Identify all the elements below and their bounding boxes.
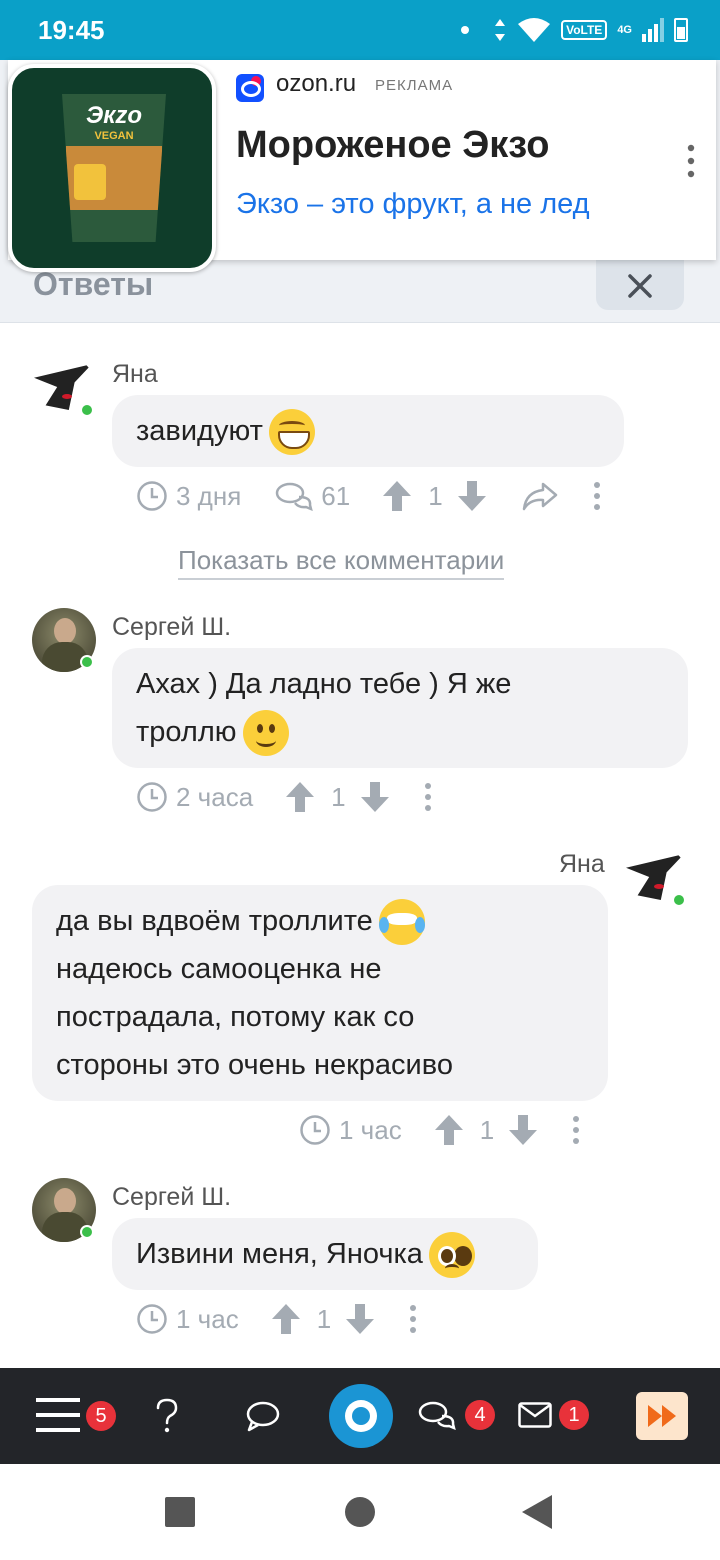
more-vertical-icon[interactable] (593, 481, 601, 511)
question-icon[interactable] (154, 1398, 180, 1434)
upvote-icon[interactable] (271, 1303, 301, 1335)
comment-text: троллю (136, 716, 237, 748)
more-vertical-icon[interactable] (686, 144, 696, 178)
network-type: 4G (617, 24, 632, 36)
show-all-comments-link[interactable]: Показать все комментарии (178, 545, 505, 580)
hamburger-menu-icon (36, 1398, 80, 1432)
ad-banner[interactable]: Экzo VEGAN ozon.ru РЕКЛАМА Мороженое Экз… (8, 60, 716, 272)
chats-button[interactable]: 4 (418, 1368, 502, 1464)
ad-product-image: Экzo VEGAN (8, 64, 216, 272)
back-button[interactable] (522, 1495, 552, 1529)
notification-dot-icon (461, 26, 470, 34)
vote-count: 1 (479, 1114, 495, 1145)
tears-of-joy-face-icon (378, 899, 425, 946)
comment-meta: 3 дня 61 1 (136, 476, 601, 516)
fast-forward-button[interactable] (636, 1392, 688, 1440)
vote-count: 1 (428, 480, 443, 511)
comment-text: Извини меня, Яночка (136, 1238, 423, 1270)
online-indicator (672, 893, 686, 907)
status-icons: VoLTE 4G (461, 14, 688, 46)
system-nav-bar (0, 1464, 720, 1560)
comment-author[interactable]: Сергей Ш. (112, 613, 231, 642)
envelope-icon (518, 1402, 552, 1428)
share-icon[interactable] (521, 480, 559, 512)
comment-author[interactable]: Сергей Ш. (112, 1183, 231, 1212)
vote-count: 1 (316, 1303, 332, 1334)
comment-meta: 2 часа 1 (136, 777, 432, 817)
chats-badge: 4 (465, 1400, 495, 1430)
battery-icon (674, 18, 688, 42)
menu-button[interactable]: 5 (30, 1368, 126, 1464)
ad-title[interactable]: Мороженое Экзо (236, 124, 549, 167)
comment-time: 1 час (136, 1303, 239, 1335)
downvote-icon[interactable] (360, 781, 390, 813)
online-indicator (80, 1225, 94, 1239)
more-vertical-icon[interactable] (409, 1304, 417, 1334)
mango-icon (74, 164, 106, 200)
chat-bubbles-icon (276, 482, 314, 511)
home-button[interactable] (345, 1497, 375, 1527)
pleading-face-icon (428, 1232, 475, 1279)
product-brand: Экzo (85, 102, 143, 129)
upvote-icon[interactable] (434, 1114, 464, 1146)
product-line: VEGAN (94, 130, 134, 142)
comment-author[interactable]: Яна (112, 360, 158, 389)
downvote-icon[interactable] (508, 1114, 538, 1146)
ad-source: ozon.ru (276, 70, 357, 97)
fast-forward-icon (648, 1405, 676, 1427)
comment-bubble: завидуют (112, 395, 624, 467)
comment-bubble: да вы вдвоём троллите надеюсь самооценка… (32, 885, 608, 1101)
ad-label: РЕКЛАМА (375, 77, 454, 94)
upvote-icon[interactable] (285, 781, 315, 813)
app-bottom-bar: 5 4 1 (0, 1368, 720, 1464)
comment-meta: 1 час 1 (136, 1299, 417, 1339)
comment-text: Ахах ) Да ладно тебе ) Я же (136, 668, 512, 700)
comment-text: завидуют (136, 415, 263, 447)
messages-button[interactable]: 1 (518, 1368, 602, 1464)
chat-bubbles-icon (418, 1401, 456, 1430)
comment-bubble: Ахах ) Да ладно тебе ) Я же троллю (112, 648, 688, 768)
messages-badge: 1 (559, 1400, 589, 1430)
more-vertical-icon[interactable] (572, 1115, 580, 1145)
ad-subtitle[interactable]: Экзо – это фрукт, а не лед (236, 188, 590, 221)
comment-time: 3 дня (136, 480, 241, 512)
online-indicator (80, 403, 94, 417)
clock-icon (137, 782, 167, 812)
comment-time: 1 час (299, 1114, 402, 1146)
comment-text: стороны это очень некрасиво (56, 1049, 453, 1082)
wifi-icon (518, 18, 551, 42)
app-logo-button[interactable] (329, 1384, 393, 1448)
clock-icon (137, 481, 167, 511)
comment-bubble: Извини меня, Яночка (112, 1218, 538, 1290)
close-button[interactable] (596, 260, 684, 310)
status-time: 19:45 (38, 15, 105, 45)
signal-icon (642, 18, 664, 42)
online-indicator (80, 655, 94, 669)
comment-text: пострадала, потому как со (56, 1001, 415, 1034)
clock-icon (300, 1115, 330, 1145)
comment-text: надеюсь самооценка не (56, 953, 382, 986)
recent-apps-button[interactable] (165, 1497, 195, 1527)
grinning-face-icon (268, 409, 315, 456)
comment-text: да вы вдвоём троллите (56, 905, 373, 937)
downvote-icon[interactable] (457, 480, 487, 512)
close-icon (628, 274, 652, 298)
downvote-icon[interactable] (345, 1303, 375, 1335)
more-vertical-icon[interactable] (424, 782, 432, 812)
data-transfer-icon (495, 19, 506, 41)
comment-author[interactable]: Яна (559, 850, 605, 879)
vote-count: 1 (331, 781, 346, 812)
comment-meta: 1 час 1 (299, 1110, 580, 1150)
ozon-logo-icon (236, 74, 264, 102)
volte-indicator: VoLTE (561, 20, 608, 40)
slightly-smiling-face-icon (242, 710, 289, 757)
menu-badge: 5 (86, 1401, 116, 1431)
status-bar: 19:45 VoLTE 4G (0, 0, 720, 60)
upvote-icon[interactable] (382, 480, 412, 512)
replies-button[interactable]: 61 (275, 481, 350, 512)
comment-time: 2 часа (136, 781, 253, 813)
comment-icon[interactable] (246, 1400, 280, 1432)
clock-icon (137, 1304, 167, 1334)
ice-cream-tub: Экzo VEGAN (62, 94, 166, 242)
